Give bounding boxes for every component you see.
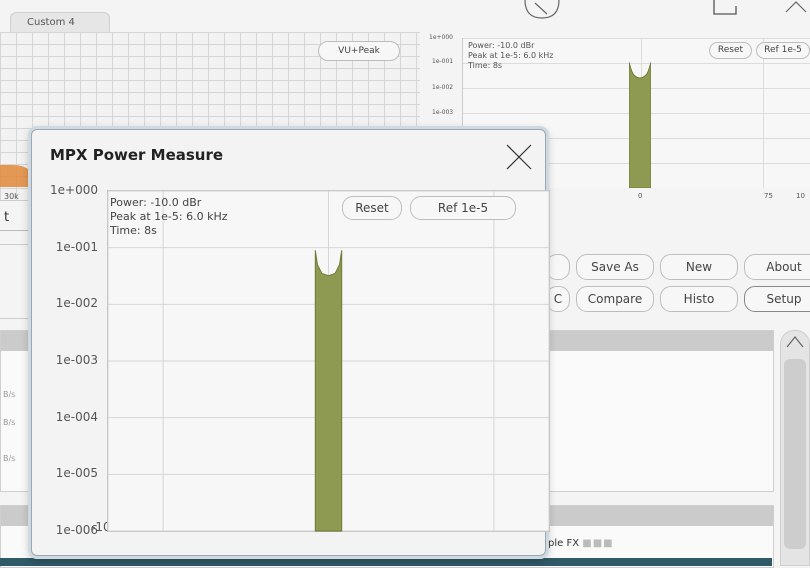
histo-button[interactable]: Histo [660, 286, 738, 312]
fx-dots-icon: ■■■ [582, 538, 614, 549]
side-unit-3: B/s [3, 454, 16, 463]
scrollbar[interactable] [780, 330, 810, 566]
mini-spectrum-peak [629, 62, 651, 188]
y-tick-label: 1e-005 [55, 466, 98, 481]
bottom-bar-strip [0, 558, 772, 566]
time-readout: Time: 8s [110, 224, 157, 237]
window-icon[interactable] [712, 0, 744, 16]
bottom-fx-text: ple FX [548, 538, 580, 549]
spectrum-area-0 [314, 250, 343, 532]
peak-readout: Peak at 1e-5: 6.0 kHz [110, 210, 228, 223]
mini-time-text: Time: 8s [468, 61, 503, 70]
mini-y-tick-0: 1e+000 [429, 34, 453, 41]
mini-y-tick-3: 1e-003 [432, 109, 454, 116]
reset-button[interactable]: Reset [342, 196, 402, 220]
separator-line [0, 230, 30, 231]
y-tick-label: 1e-006 [55, 523, 98, 537]
mini-power-text: Power: -10.0 dBr [468, 41, 535, 50]
mini-y-tick-2: 1e-002 [432, 84, 454, 91]
row-line-1 [0, 244, 30, 245]
power-readout: Power: -10.0 dBr [110, 196, 202, 209]
compare-button[interactable]: Compare [576, 286, 654, 312]
y-tick-label: 1e-004 [55, 409, 98, 424]
axis-label-30k: 30k [4, 192, 19, 201]
save-as-button[interactable]: Save As [576, 254, 654, 280]
tab-custom-4[interactable]: Custom 4 [10, 12, 110, 32]
y-tick-label: 1e+000 [50, 183, 98, 197]
scroll-thumb[interactable] [784, 359, 806, 549]
close-icon[interactable] [504, 142, 534, 172]
mini-x-tick-100: 10 [796, 192, 805, 200]
side-unit-2: B/s [3, 418, 16, 427]
new-button[interactable]: New [660, 254, 738, 280]
misc-t-label: t [4, 210, 10, 225]
mini-ref-button[interactable]: Ref 1e-5 [756, 42, 810, 59]
mpx-power-dialog: MPX Power Measure 1e+000 1e-001 1e-002 1e-0… [31, 129, 550, 556]
side-unit-1: B/s [3, 390, 16, 399]
mini-peak-text: Peak at 1e-5: 6.0 kHz [468, 51, 554, 60]
about-button[interactable]: About [744, 254, 810, 280]
caret-up-icon[interactable] [782, 0, 810, 14]
mini-y-tick-1: 1e-001 [432, 58, 454, 65]
power-spectrum-chart [107, 190, 550, 532]
mini-x-tick-75: 75 [764, 192, 773, 200]
y-tick-label: 1e-001 [55, 239, 98, 254]
scroll-up-icon[interactable] [781, 331, 809, 353]
setup-button[interactable]: Setup [744, 286, 810, 312]
mini-reset-button[interactable]: Reset [709, 42, 752, 59]
ref-1e-5-button[interactable]: Ref 1e-5 [410, 196, 516, 220]
vu-peak-button[interactable]: VU+Peak [318, 41, 400, 61]
mini-x-tick-0: 0 [638, 192, 643, 200]
headphones-icon[interactable] [523, 0, 561, 20]
bottom-fx-label: ple FX ■■■ [548, 538, 614, 549]
y-tick-label: 1e-002 [55, 296, 98, 311]
row-line-2 [0, 318, 30, 319]
y-tick-label: 1e-003 [55, 353, 98, 367]
dialog-title: MPX Power Measure [50, 146, 224, 164]
